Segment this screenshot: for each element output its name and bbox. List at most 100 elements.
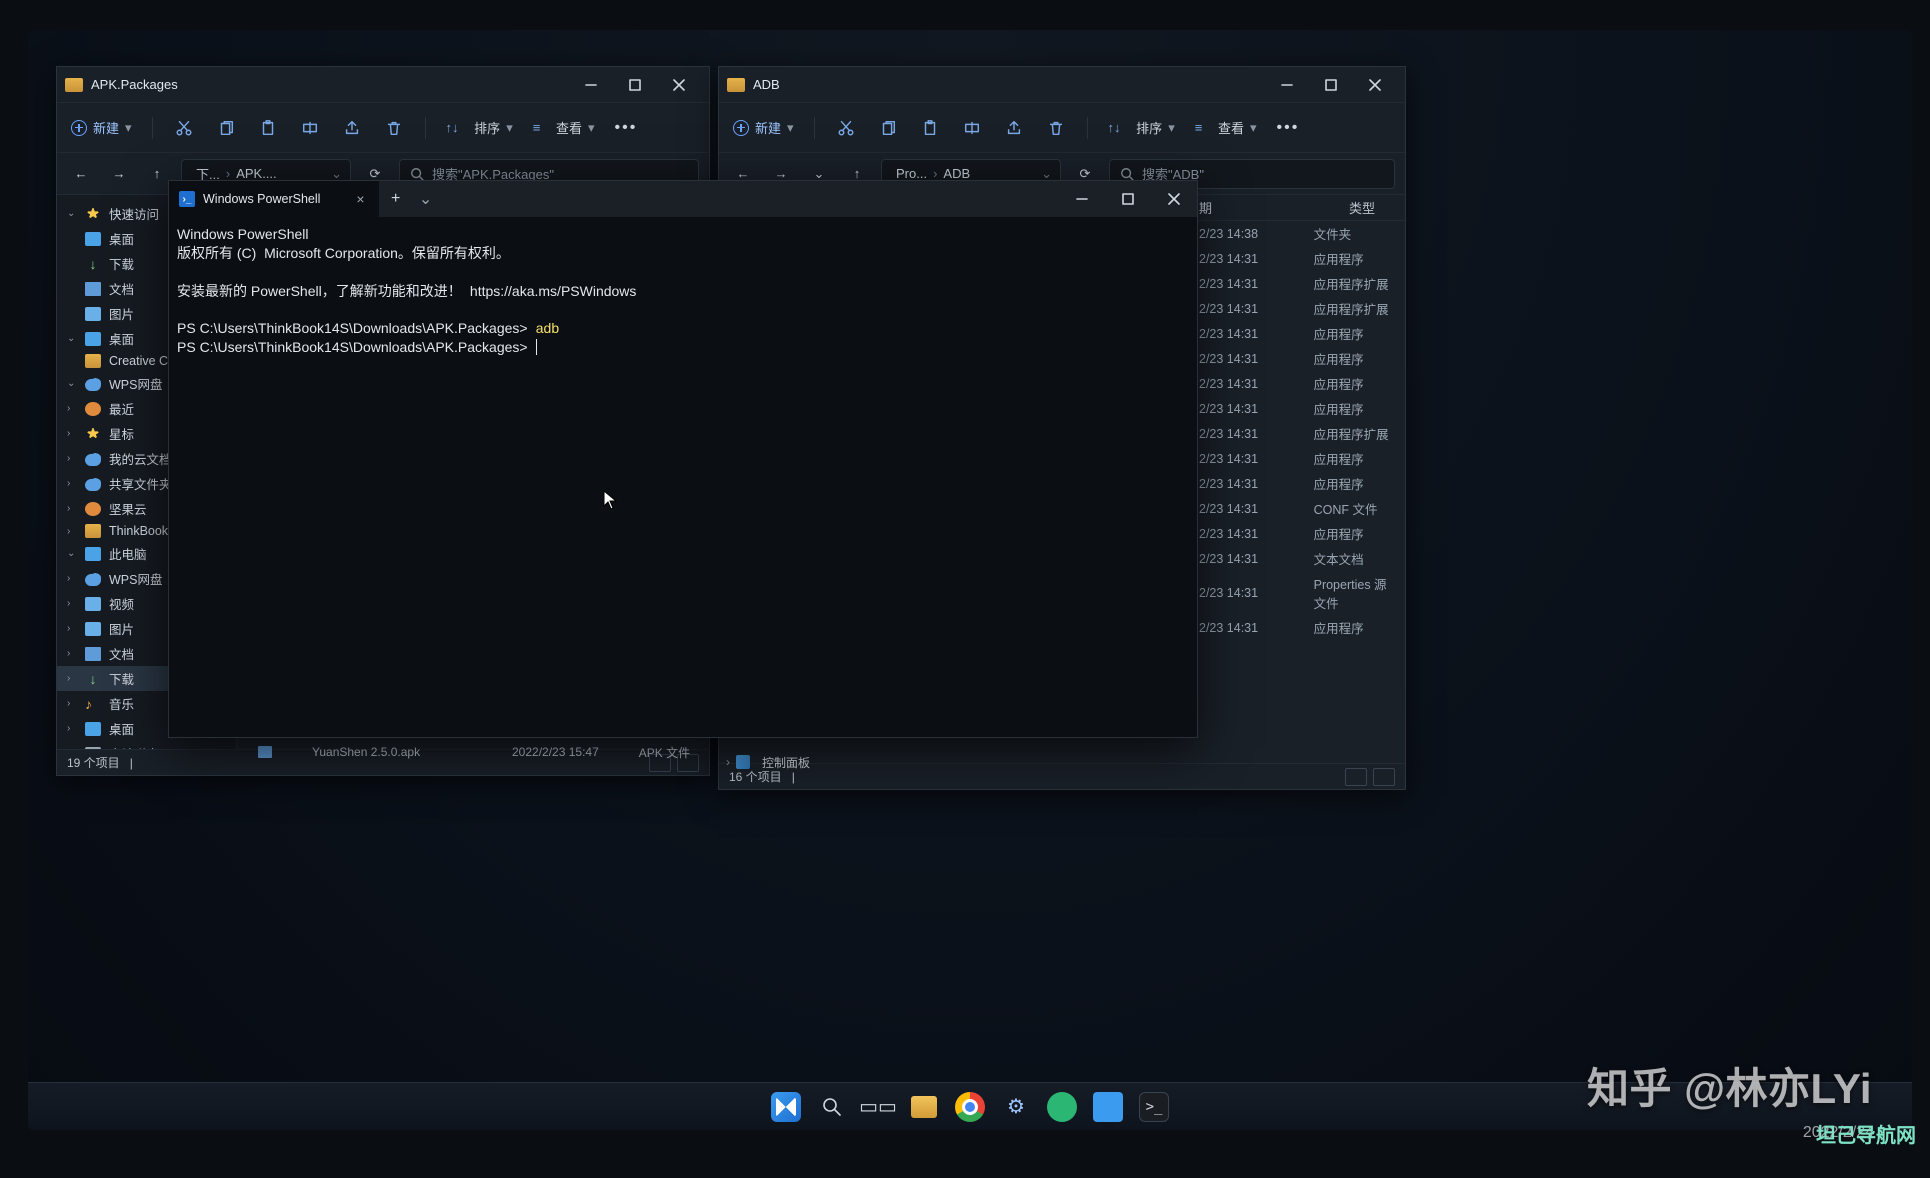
table-row[interactable]: 2/23 14:31应用程序扩展 [1189,421,1405,446]
task-view-icon[interactable]: ▭▭ [863,1092,893,1122]
sidebar-item-label: 桌面 [109,229,134,248]
tab-title: Windows PowerShell [203,192,320,206]
new-tab-button[interactable]: + [379,181,413,217]
more-button[interactable]: ••• [614,119,637,137]
folder-icon [727,78,745,92]
paste-icon[interactable] [919,117,941,139]
delete-icon[interactable] [383,117,405,139]
desk-icon [85,232,101,246]
new-button[interactable]: 新建▾ [71,118,132,137]
close-button[interactable] [1151,181,1197,217]
search-icon[interactable] [817,1092,847,1122]
sidebar-item[interactable]: ›本地磁盘 (C: [57,741,236,749]
taskbar-explorer-icon[interactable] [909,1092,939,1122]
sort-button[interactable]: ↑↓ 排序▾ [446,118,513,137]
table-row[interactable]: 2/23 14:31CONF 文件 [1189,496,1405,521]
maximize-button[interactable] [1309,71,1353,99]
cell-date: 2/23 14:31 [1199,502,1274,516]
minimize-button[interactable] [1059,181,1105,217]
cell-type: 应用程序 [1314,618,1395,637]
sidebar-item-label: 图片 [109,619,134,638]
close-button[interactable] [1353,71,1397,99]
sidebar-item-label: 坚果云 [109,499,147,518]
caret-icon: › [67,648,77,659]
paste-icon[interactable] [257,117,279,139]
table-row[interactable]: 2/23 14:31应用程序扩展 [1189,271,1405,296]
table-row[interactable]: 2/23 14:31文本文档 [1189,546,1405,571]
minimize-button[interactable] [569,71,613,99]
view-button[interactable]: ≡ 查看▾ [1195,118,1257,137]
sidebar-item-label: 星标 [109,424,134,443]
tab-dropdown-button[interactable]: ⌄ [413,189,439,209]
new-button[interactable]: 新建▾ [733,118,794,137]
caret-icon: ⌄ [67,378,77,389]
up-button[interactable]: ↑ [143,160,171,188]
doc-icon [85,647,101,661]
more-button[interactable]: ••• [1276,119,1299,137]
view-button[interactable]: ≡ 查看▾ [533,118,595,137]
list-item[interactable]: YuanShen 2.5.0.apk 2022/2/23 15:47 APK 文… [258,742,710,762]
table-row[interactable]: 2/23 14:31应用程序 [1189,396,1405,421]
taskbar-app-icon[interactable] [1047,1092,1077,1122]
column-headers[interactable]: 期 类型 [1189,195,1405,221]
table-row[interactable]: 2/23 14:31应用程序 [1189,446,1405,471]
rename-icon[interactable] [961,117,983,139]
minimize-button[interactable] [1265,71,1309,99]
table-row[interactable]: 2/23 14:38文件夹 [1189,221,1405,246]
close-tab-button[interactable]: × [356,191,364,207]
table-row[interactable]: 2/23 14:31应用程序 [1189,521,1405,546]
forward-button[interactable]: → [105,160,133,188]
sidebar-item-label: WPS网盘 [109,569,162,588]
cell-type: 应用程序 [1314,249,1395,268]
share-icon[interactable] [341,117,363,139]
share-icon[interactable] [1003,117,1025,139]
close-button[interactable] [657,71,701,99]
tab-powershell[interactable]: ›_ Windows PowerShell × [169,181,379,217]
view-large-icon[interactable] [1373,768,1395,786]
copy-icon[interactable] [215,117,237,139]
table-row[interactable]: 2/23 14:31应用程序 [1189,615,1405,640]
maximize-button[interactable] [613,71,657,99]
maximize-button[interactable] [1105,181,1151,217]
cut-icon[interactable] [173,117,195,139]
taskbar-chrome-icon[interactable] [955,1092,985,1122]
sidebar-item-label: 图片 [109,304,134,323]
cell-date: 2/23 14:31 [1199,302,1274,316]
caret-icon: ⌄ [67,333,77,344]
terminal-output[interactable]: Windows PowerShell 版权所有 (C) Microsoft Co… [169,217,1197,737]
orange-icon [85,502,101,516]
control-panel-window[interactable]: › 控制面板 [718,750,1178,798]
cell-type: 应用程序 [1314,524,1395,543]
table-row[interactable]: 2/23 14:31应用程序 [1189,246,1405,271]
sort-button[interactable]: ↑↓ 排序▾ [1108,118,1175,137]
taskbar-settings-icon[interactable]: ⚙ [1001,1092,1031,1122]
titlebar[interactable]: ADB [719,67,1405,103]
cut-icon[interactable] [835,117,857,139]
cell-type: 应用程序扩展 [1314,299,1395,318]
caret-icon: › [67,526,77,537]
sidebar-item-label: 桌面 [109,329,134,348]
table-row[interactable]: 2/23 14:31应用程序 [1189,471,1405,496]
taskbar-terminal-icon[interactable]: >_ [1139,1092,1169,1122]
delete-icon[interactable] [1045,117,1067,139]
tab-bar[interactable]: ›_ Windows PowerShell × + ⌄ [169,181,1197,217]
titlebar[interactable]: APK.Packages [57,67,709,103]
table-row[interactable]: 2/23 14:31应用程序 [1189,346,1405,371]
table-row[interactable]: 2/23 14:31Properties 源文件 [1189,571,1405,615]
table-row[interactable]: 2/23 14:31 应用程序扩展 [1189,296,1405,321]
caret-icon: › [67,723,77,734]
cell-date: 2/23 14:31 [1199,352,1274,366]
start-button[interactable] [771,1092,801,1122]
rename-icon[interactable] [299,117,321,139]
copy-icon[interactable] [877,117,899,139]
back-button[interactable]: ← [67,160,95,188]
cell-type: 应用程序 [1314,474,1395,493]
sidebar-item-label: 我的云文档 [109,449,172,468]
pic-icon [85,307,101,321]
table-row[interactable]: 2/23 14:31应用程序 [1189,371,1405,396]
fold-icon [85,354,101,368]
taskbar-store-icon[interactable] [1093,1092,1123,1122]
table-row[interactable]: 2/23 14:31应用程序 [1189,321,1405,346]
cloud-icon [85,477,101,491]
view-details-icon[interactable] [1345,768,1367,786]
